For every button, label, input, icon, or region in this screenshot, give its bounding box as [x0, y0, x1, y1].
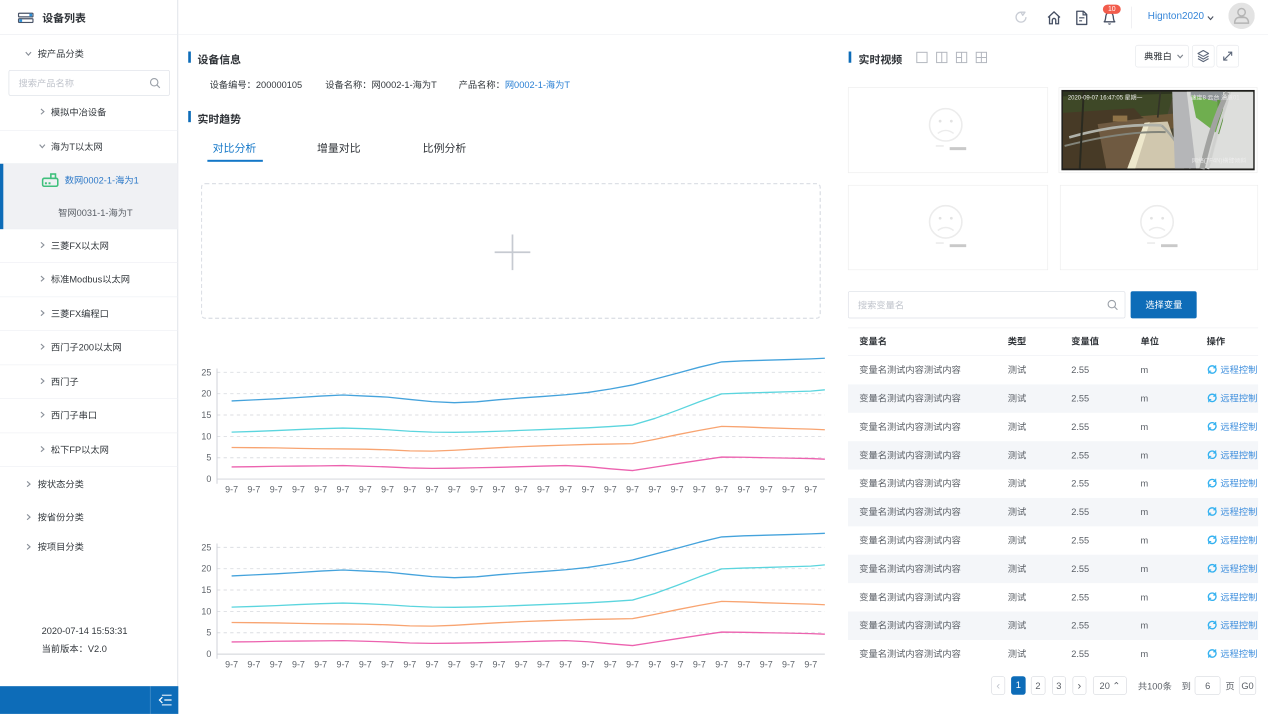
svg-text:9-7: 9-7 — [738, 659, 751, 669]
svg-text:9-7: 9-7 — [582, 484, 595, 494]
svg-text:9-7: 9-7 — [270, 659, 283, 669]
svg-text:9-7: 9-7 — [448, 484, 461, 494]
svg-text:9-7: 9-7 — [760, 484, 773, 494]
svg-text:9-7: 9-7 — [804, 484, 817, 494]
svg-text:9-7: 9-7 — [470, 484, 483, 494]
svg-text:9-7: 9-7 — [604, 659, 617, 669]
svg-text:9-7: 9-7 — [225, 659, 238, 669]
svg-text:9-7: 9-7 — [270, 484, 283, 494]
svg-text:9-7: 9-7 — [693, 484, 706, 494]
svg-text:5: 5 — [206, 628, 211, 638]
svg-text:9-7: 9-7 — [314, 659, 327, 669]
svg-text:速度8 云台 通道01: 速度8 云台 通道01 — [1191, 94, 1241, 102]
svg-text:9-7: 9-7 — [582, 659, 595, 669]
svg-text:9-7: 9-7 — [403, 484, 416, 494]
svg-text:9-7: 9-7 — [537, 484, 550, 494]
svg-text:9-7: 9-7 — [559, 484, 572, 494]
svg-text:9-7: 9-7 — [381, 484, 394, 494]
svg-text:25: 25 — [201, 542, 211, 552]
svg-text:9-7: 9-7 — [648, 659, 661, 669]
svg-text:9-7: 9-7 — [782, 484, 795, 494]
svg-text:9-7: 9-7 — [448, 659, 461, 669]
svg-text:10: 10 — [201, 606, 211, 616]
svg-text:9-7: 9-7 — [359, 484, 372, 494]
svg-text:9-7: 9-7 — [470, 659, 483, 669]
svg-text:9-7: 9-7 — [626, 659, 639, 669]
svg-text:9-7: 9-7 — [314, 484, 327, 494]
svg-text:5: 5 — [206, 453, 211, 463]
svg-text:9-7: 9-7 — [247, 484, 260, 494]
svg-text:20: 20 — [201, 564, 211, 574]
svg-text:9-7: 9-7 — [292, 484, 305, 494]
svg-text:9-7: 9-7 — [426, 659, 439, 669]
svg-text:9-7: 9-7 — [804, 659, 817, 669]
svg-text:9-7: 9-7 — [247, 659, 260, 669]
svg-text:9-7: 9-7 — [693, 659, 706, 669]
svg-text:9-7: 9-7 — [403, 659, 416, 669]
svg-text:9-7: 9-7 — [337, 484, 350, 494]
svg-text:9-7: 9-7 — [426, 484, 439, 494]
svg-text:9-7: 9-7 — [515, 659, 528, 669]
svg-text:9-7: 9-7 — [648, 484, 661, 494]
svg-text:9-7: 9-7 — [604, 484, 617, 494]
svg-text:网络(7F4N)横臂倾斜: 网络(7F4N)横臂倾斜 — [1192, 157, 1246, 165]
svg-text:9-7: 9-7 — [225, 484, 238, 494]
svg-text:9-7: 9-7 — [559, 659, 572, 669]
svg-text:9-7: 9-7 — [381, 659, 394, 669]
svg-text:2020-09-07 16:47:05 星期一: 2020-09-07 16:47:05 星期一 — [1068, 94, 1143, 102]
svg-text:15: 15 — [201, 585, 211, 595]
svg-text:9-7: 9-7 — [493, 659, 506, 669]
svg-text:0: 0 — [206, 474, 211, 484]
svg-text:9-7: 9-7 — [671, 659, 684, 669]
svg-text:20: 20 — [201, 389, 211, 399]
svg-text:9-7: 9-7 — [537, 659, 550, 669]
svg-text:25: 25 — [201, 367, 211, 377]
svg-text:9-7: 9-7 — [292, 659, 305, 669]
svg-text:10: 10 — [201, 431, 211, 441]
svg-text:9-7: 9-7 — [715, 484, 728, 494]
svg-text:9-7: 9-7 — [782, 659, 795, 669]
svg-text:9-7: 9-7 — [715, 659, 728, 669]
svg-text:9-7: 9-7 — [359, 659, 372, 669]
svg-text:15: 15 — [201, 410, 211, 420]
svg-text:9-7: 9-7 — [738, 484, 751, 494]
svg-text:0: 0 — [206, 649, 211, 659]
svg-text:9-7: 9-7 — [493, 484, 506, 494]
svg-text:9-7: 9-7 — [626, 484, 639, 494]
svg-text:9-7: 9-7 — [337, 659, 350, 669]
svg-text:9-7: 9-7 — [515, 484, 528, 494]
svg-text:9-7: 9-7 — [671, 484, 684, 494]
svg-text:9-7: 9-7 — [760, 659, 773, 669]
